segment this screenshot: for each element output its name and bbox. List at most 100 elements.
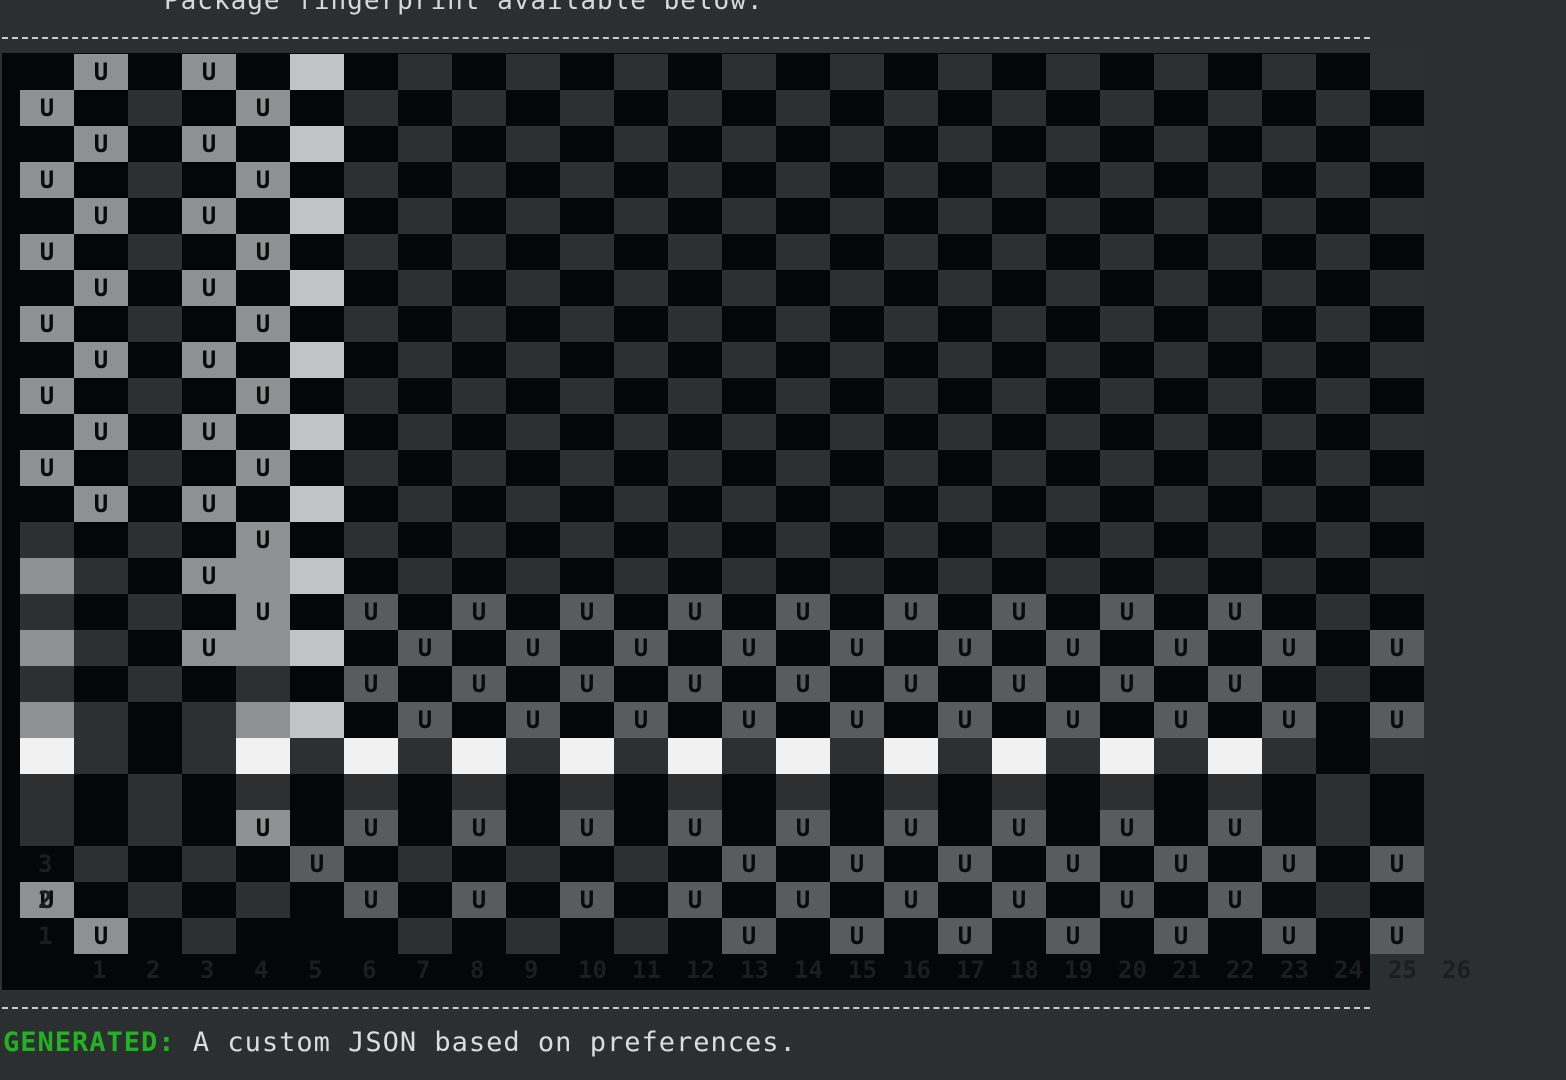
grid-cell-u: U: [182, 630, 236, 666]
grid-cell: [1154, 738, 1208, 774]
grid-cell-u: U: [668, 666, 722, 702]
grid-cell: [398, 882, 452, 918]
grid-cell: [452, 54, 506, 90]
grid-cell: [20, 738, 74, 774]
grid-cell: [1316, 846, 1370, 882]
grid-cell: [668, 774, 722, 810]
grid-cell: [182, 738, 236, 774]
grid-cell: [182, 882, 236, 918]
grid-cell: [722, 594, 776, 630]
grid-cell: [344, 198, 398, 234]
grid-cell: [992, 486, 1046, 522]
grid-cell: [506, 882, 560, 918]
grid-cell: [560, 198, 614, 234]
grid-cell: [1262, 234, 1316, 270]
grid-cell-u: U: [236, 450, 290, 486]
grid-cell: [452, 486, 506, 522]
grid-cell: [290, 666, 344, 702]
grid-cell: [938, 90, 992, 126]
grid-cell: [884, 306, 938, 342]
grid-cell: [1316, 270, 1370, 306]
grid-cell: [182, 918, 236, 954]
grid-cell: [722, 378, 776, 414]
grid-cell: [938, 378, 992, 414]
grid-cell: [128, 702, 182, 738]
grid-cell-u: U: [668, 882, 722, 918]
grid-cell-u: U: [236, 162, 290, 198]
grid-cell: [1316, 342, 1370, 378]
grid-cell: [1208, 738, 1262, 774]
column-label: 26: [1442, 956, 1471, 984]
grid-cell: [1208, 414, 1262, 450]
grid-cell-u: U: [1262, 846, 1316, 882]
grid-cell: [182, 306, 236, 342]
grid-cell: [884, 414, 938, 450]
grid-cell: [884, 450, 938, 486]
grid-cell: [1316, 486, 1370, 522]
grid-cell-u: U: [938, 630, 992, 666]
generated-label: GENERATED:: [3, 1027, 176, 1058]
grid-cell: [1100, 774, 1154, 810]
grid-cell: [236, 198, 290, 234]
grid-cell-u: U: [236, 234, 290, 270]
grid-cell: [938, 414, 992, 450]
grid-cell-u: U: [830, 918, 884, 954]
grid-cell-u: U: [884, 810, 938, 846]
grid-cell: [992, 774, 1046, 810]
grid-cell: [1262, 198, 1316, 234]
grid-cell: [344, 486, 398, 522]
grid-cell: [830, 558, 884, 594]
grid-cell: [884, 90, 938, 126]
grid-cell: [668, 126, 722, 162]
grid-cell: [1262, 594, 1316, 630]
grid-cell: [290, 702, 344, 738]
grid-cell: [1100, 234, 1154, 270]
grid-cell: [74, 306, 128, 342]
grid-cell: [1208, 846, 1262, 882]
grid-cell: [614, 486, 668, 522]
grid-cell: [1154, 522, 1208, 558]
grid-cell: [560, 306, 614, 342]
grid-cell: [776, 378, 830, 414]
grid-cell: [938, 162, 992, 198]
grid-cell-u: U: [74, 198, 128, 234]
grid-cell: [506, 666, 560, 702]
grid-cell: [398, 90, 452, 126]
grid-cell: [884, 918, 938, 954]
grid-cell: [20, 666, 74, 702]
grid-cell-u: U: [452, 594, 506, 630]
grid-cell: [1262, 486, 1316, 522]
grid-cell: [1046, 486, 1100, 522]
grid-cell: [1316, 702, 1370, 738]
grid-cell: [182, 846, 236, 882]
grid-cell: [290, 882, 344, 918]
grid-cell: [668, 486, 722, 522]
grid-cell: [560, 630, 614, 666]
grid-cell: [398, 918, 452, 954]
grid-cell-u: U: [1046, 630, 1100, 666]
grid-cell: [776, 162, 830, 198]
grid-cell: [614, 198, 668, 234]
grid-cell: [182, 90, 236, 126]
grid-cell: [128, 270, 182, 306]
grid-cell: [992, 90, 1046, 126]
grid-cell: [1046, 594, 1100, 630]
grid-cell-u: U: [1370, 846, 1424, 882]
grid-cell: [1208, 342, 1262, 378]
grid-cell-u: U: [938, 918, 992, 954]
grid-cell: [614, 666, 668, 702]
grid-cell: [1046, 378, 1100, 414]
grid-cell: [668, 270, 722, 306]
grid-cell: [776, 702, 830, 738]
grid-cell: [1100, 450, 1154, 486]
grid-cell: [1370, 162, 1424, 198]
grid-cell: [614, 522, 668, 558]
grid-cell: [236, 702, 290, 738]
grid-cell: [290, 918, 344, 954]
grid-cell: [506, 594, 560, 630]
grid-cell: [884, 774, 938, 810]
grid-cell: [1370, 450, 1424, 486]
grid-cell: [722, 90, 776, 126]
generated-message: A custom JSON based on preferences.: [175, 1027, 797, 1058]
grid-cell: [74, 522, 128, 558]
